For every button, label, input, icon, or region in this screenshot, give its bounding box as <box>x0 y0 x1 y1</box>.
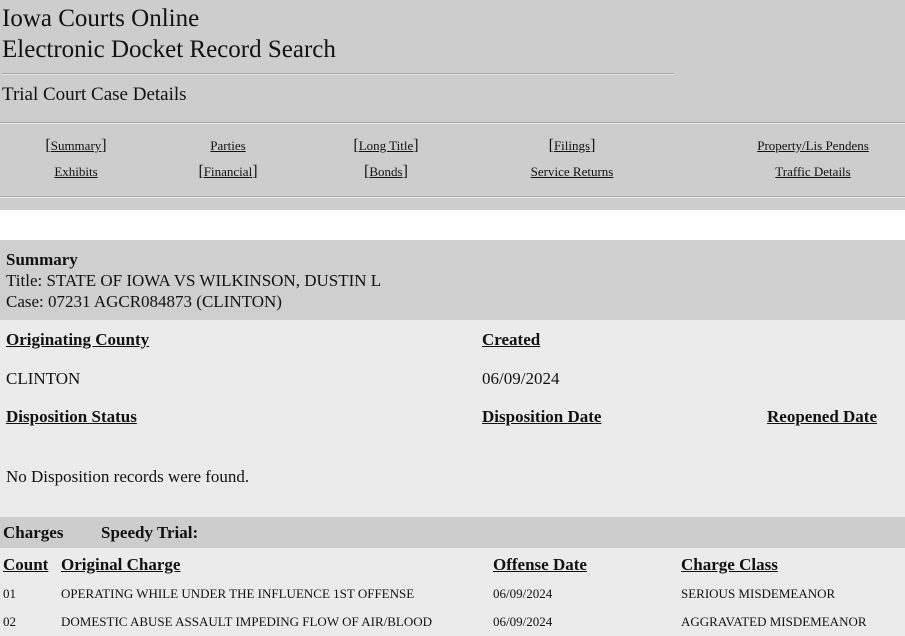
no-disposition-message: No Disposition records were found. <box>6 467 250 486</box>
disposition-status-label: Disposition Status <box>6 407 137 426</box>
nav-summary-link[interactable]: Summary <box>51 138 102 153</box>
row-offense-date: 06/09/2024 <box>493 614 553 629</box>
row-charge: OPERATING WHILE UNDER THE INFLUENCE 1ST … <box>61 586 415 601</box>
summary-heading: Summary <box>6 250 78 269</box>
nav-financial-link[interactable]: Financial <box>204 164 252 179</box>
nav-long-title-link[interactable]: Long Title <box>359 138 414 153</box>
case-title: Title: STATE OF IOWA VS WILKINSON, DUSTI… <box>6 271 382 290</box>
nav-long-title: [Long Title] <box>353 137 419 154</box>
nav-bonds-link[interactable]: Bonds <box>369 164 402 179</box>
section-title: Trial Court Case Details <box>2 84 187 105</box>
nav-service-returns-link[interactable]: Service Returns <box>531 164 614 179</box>
created-label: Created <box>482 330 541 349</box>
app-title: Iowa Courts Online Electronic Docket Rec… <box>2 3 336 65</box>
nav-parties-link[interactable]: Parties <box>210 138 245 153</box>
col-charge-class: Charge Class <box>681 555 778 574</box>
disposition-date-label: Disposition Date <box>482 407 602 426</box>
row-offense-date: 06/09/2024 <box>493 586 553 601</box>
nav-property: Property/Lis Pendens <box>757 138 869 154</box>
nav-property-link[interactable]: Property/Lis Pendens <box>757 138 869 153</box>
speedy-trial-label: Speedy Trial: <box>101 523 199 542</box>
col-count: Count <box>3 555 49 574</box>
row-charge-class: SERIOUS MISDEMEANOR <box>681 586 836 601</box>
app-title-line2: Electronic Docket Record Search <box>2 36 336 63</box>
nav-parties: Parties <box>210 138 245 154</box>
app-title-line1: Iowa Courts Online <box>2 5 200 32</box>
nav-summary: [Summary] <box>45 137 107 154</box>
nav-exhibits-link[interactable]: Exhibits <box>54 164 97 179</box>
nav-exhibits: Exhibits <box>54 164 97 180</box>
row-count: 01 <box>3 586 16 601</box>
nav-bonds: [Bonds] <box>364 163 408 180</box>
nav-footer-strip <box>0 198 905 210</box>
charges-heading: Charges <box>3 523 64 542</box>
originating-county-value: CLINTON <box>6 369 81 388</box>
nav-filings: [Filings] <box>548 137 596 154</box>
created-value: 06/09/2024 <box>482 369 560 388</box>
col-offense-date: Offense Date <box>493 555 587 574</box>
row-charge-class: AGGRAVATED MISDEMEANOR <box>681 614 867 629</box>
header-divider <box>2 73 674 75</box>
nav-service-returns: Service Returns <box>531 164 614 180</box>
nav-filings-link[interactable]: Filings <box>554 138 590 153</box>
row-charge: DOMESTIC ABUSE ASSAULT IMPEDING FLOW OF … <box>61 614 433 629</box>
reopened-date-label: Reopened Date <box>767 407 878 426</box>
nav-financial: [Financial] <box>198 163 258 180</box>
nav-traffic-details-link[interactable]: Traffic Details <box>775 164 850 179</box>
row-count: 02 <box>3 614 16 629</box>
case-nav: [Summary] Parties [Long Title] [Filings]… <box>0 124 905 196</box>
originating-county-label: Originating County <box>6 330 150 349</box>
col-original-charge: Original Charge <box>61 555 181 574</box>
case-number: Case: 07231 AGCR084873 (CLINTON) <box>6 292 282 311</box>
nav-traffic-details: Traffic Details <box>775 164 850 180</box>
